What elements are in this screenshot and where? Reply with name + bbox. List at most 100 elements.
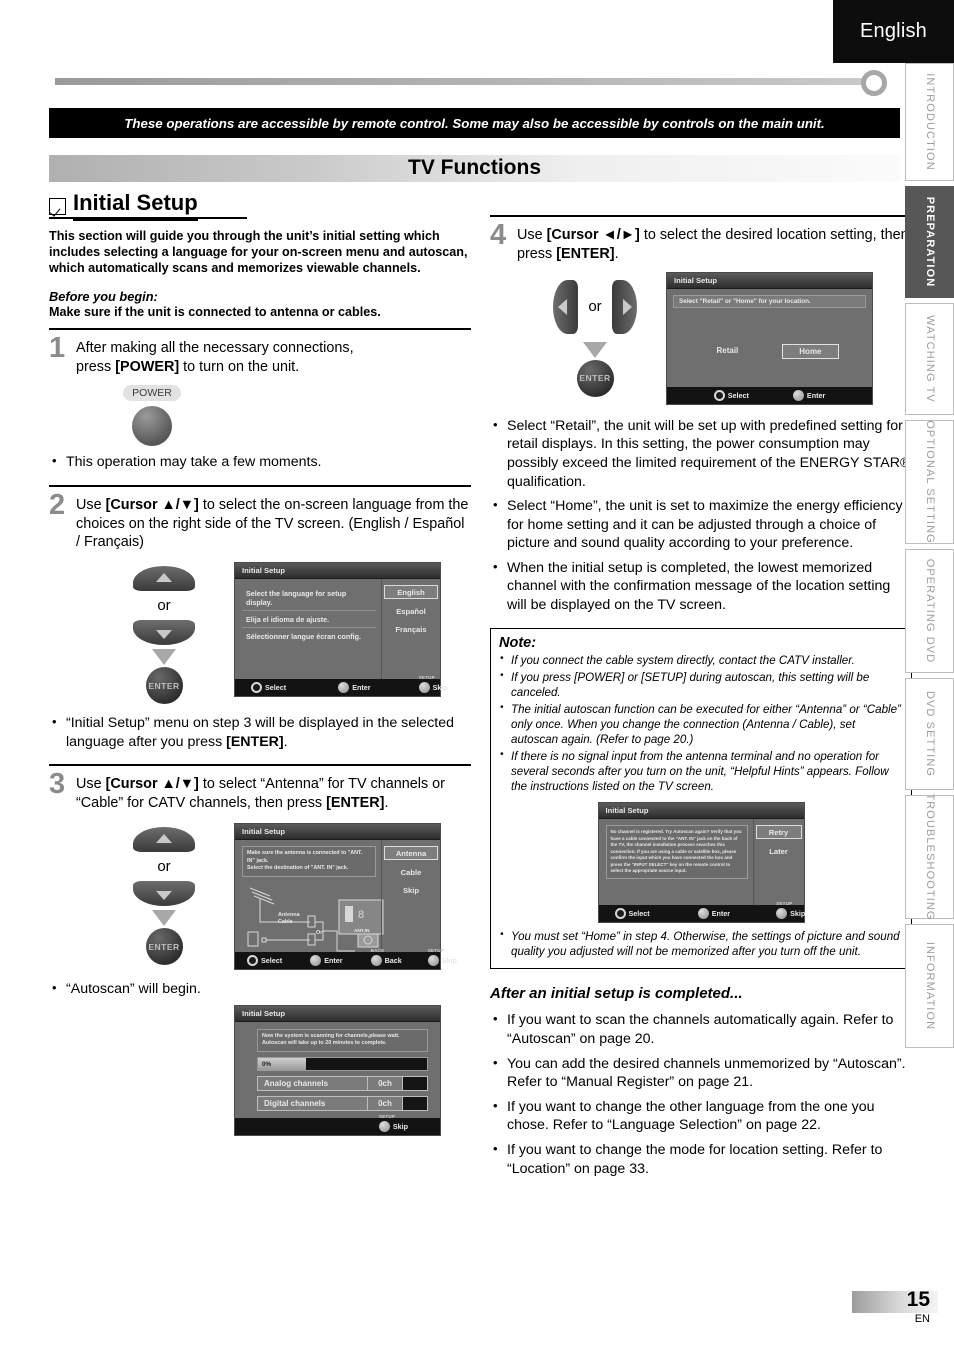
sidebar-tab-optional-setting[interactable]: OPTIONAL SETTING	[905, 420, 954, 544]
osd-foot-skip-tag: SETUP	[776, 901, 793, 907]
note-item: If you connect the cable system directly…	[499, 652, 903, 668]
step-2-text-a: Use	[76, 496, 106, 513]
osd-body: Now the system is scanning for channels,…	[235, 1022, 440, 1118]
note-box: Note: If you connect the cable system di…	[490, 627, 912, 970]
step-3-or-label: or	[157, 858, 171, 876]
osd-antenna-screen: Initial Setup Make sure the antenna is c…	[234, 823, 457, 971]
note-item: If you press [POWER] or [SETUP] during a…	[499, 669, 903, 700]
sidebar-tab-operating-dvd[interactable]: OPERATING DVD	[905, 549, 954, 673]
dpad-knob-icon	[614, 908, 626, 920]
step-1-line-1: After making all the necessary connectio…	[76, 340, 354, 357]
osd-location-message: Select "Retail" or "Home" for your locat…	[673, 294, 866, 308]
osd-foot-skip-label: Skip	[432, 683, 448, 693]
step-3-text-a: Use	[76, 776, 106, 793]
osd-foot-enter-label: Enter	[352, 683, 371, 693]
osd-option-home[interactable]: Home	[782, 343, 839, 359]
banner-text: These operations are accessible by remot…	[124, 115, 825, 131]
osd-language-options: English Español Français	[381, 579, 440, 680]
after-setup-bullet: If you want to change the other language…	[490, 1097, 912, 1135]
osd-foot-enter-label: Enter	[711, 909, 731, 919]
cursor-left-right-pair: or	[553, 279, 637, 334]
cursor-up-button-icon	[133, 827, 195, 853]
step-3-remote-graphic: or ENTER	[104, 827, 224, 966]
osd-foot-skip-label: Skip	[790, 909, 806, 919]
back-knob-icon	[370, 955, 382, 967]
enter-knob-icon	[792, 389, 804, 401]
sidebar-tab-preparation[interactable]: PREPARATION	[905, 186, 954, 298]
osd-option-espanol[interactable]: Español	[385, 605, 437, 617]
flow-arrow-down-icon	[152, 910, 176, 927]
osd-foot-enter: Enter	[338, 682, 371, 694]
osd-foot-enter-label: Enter	[806, 390, 826, 400]
diagram-label-antin: ANT.IN	[354, 928, 370, 934]
osd-foot-skip-tag: SETUP	[427, 948, 445, 954]
osd-title: Initial Setup	[598, 803, 804, 820]
osd-option-english[interactable]: English	[384, 585, 438, 600]
osd-option-francais[interactable]: Français	[385, 623, 437, 635]
step-4-text-e: .	[614, 245, 619, 262]
osd-option-retry[interactable]: Retry	[755, 825, 802, 840]
step-1-divider	[49, 328, 471, 331]
osd-option-later[interactable]: Later	[757, 845, 801, 857]
step-3-number: 3	[49, 768, 66, 801]
step-4-bullets: Select “Retail”, the unit will be set up…	[490, 416, 912, 615]
osd-hints-options: Retry Later	[752, 819, 804, 906]
osd-antenna-options: Antenna Cable Skip	[381, 840, 440, 953]
section-title-bar: TV Functions	[49, 155, 900, 182]
osd-title: Initial Setup	[667, 272, 872, 289]
osd-option-retail[interactable]: Retail	[700, 344, 754, 359]
step-2-text: Use [Cursor ▲/▼] to select the on-screen…	[76, 492, 471, 553]
osd-hints-message: No channel is registered. Try Autoscan a…	[605, 825, 748, 879]
step-4-text: Use [Cursor ◄/►] to select the desired l…	[517, 222, 912, 264]
step-1-line-2c: to turn on the unit.	[179, 359, 300, 376]
before-you-begin-label: Before you begin:	[49, 289, 158, 305]
sidebar-tab-dvd-setting[interactable]: DVD SETTING	[905, 678, 954, 790]
osd-foot-select: Select	[614, 908, 650, 920]
cursor-down-button-icon	[133, 620, 195, 646]
osd-foot-skip: SETUP Skip	[776, 901, 806, 920]
step-4-remote-graphic: or ENTER	[530, 279, 660, 397]
cursor-down-button-icon	[133, 881, 195, 907]
remote-control-banner: These operations are accessible by remot…	[49, 108, 900, 138]
left-column: Initial Setup This section will guide yo…	[49, 190, 471, 1137]
step-3-divider	[49, 764, 471, 767]
antenna-connection-diagram: 8 Antenna Cable Or ANT.IN	[242, 882, 384, 956]
step-4: 4 Use [Cursor ◄/►] to select the desired…	[490, 219, 912, 264]
osd-foot-enter: Enter	[792, 389, 826, 401]
sidebar-tab-introduction[interactable]: INTRODUCTION	[905, 63, 954, 181]
step-4-or-label: or	[588, 298, 602, 316]
digital-channel-label: Digital channels	[264, 1099, 326, 1109]
osd-option-cable[interactable]: Cable	[385, 866, 437, 878]
step-2-bullet-enter-key: [ENTER]	[226, 733, 284, 750]
sidebar-tab-troubleshooting[interactable]: TROUBLESHOOTING	[905, 793, 954, 921]
checkbox-checked-icon	[49, 198, 66, 215]
osd-option-skip[interactable]: Skip	[385, 884, 437, 896]
sidebar-tab-watching-tv[interactable]: WATCHING TV	[905, 303, 954, 415]
diagram-label-or: Or	[316, 930, 323, 936]
osd-location-options: Retail Home	[673, 343, 866, 359]
right-column: 4 Use [Cursor ◄/►] to select the desired…	[490, 215, 912, 1178]
step-4-number: 4	[490, 219, 507, 251]
analog-channel-count: 0ch	[367, 1077, 402, 1091]
flow-arrow-down-icon	[583, 341, 607, 358]
diagram-label-cable: Cable	[278, 919, 293, 925]
step-2: 2 Use [Cursor ▲/▼] to select the on-scre…	[49, 490, 471, 553]
after-setup-bullet: If you want to change the mode for locat…	[490, 1140, 912, 1178]
osd-foot-back-label: Back	[384, 956, 402, 966]
osd-autoscan-screen: Initial Setup Now the system is scanning…	[234, 1004, 441, 1137]
enter-knob-icon	[338, 682, 350, 694]
osd-body: No channel is registered. Try Autoscan a…	[599, 819, 804, 906]
osd-location-screen: Initial Setup Select "Retail" or "Home" …	[666, 271, 873, 405]
osd-footer: Select Enter	[667, 386, 872, 404]
osd-option-antenna[interactable]: Antenna	[384, 846, 438, 861]
osd-body: Select the language for setup display. E…	[235, 579, 440, 680]
step-4-text-a: Use	[517, 227, 547, 243]
initial-setup-title-row: Initial Setup	[49, 190, 471, 221]
note-item: You must set “Home” in step 4. Otherwise…	[499, 928, 903, 959]
osd-line: Elija el idioma de ajuste.	[242, 611, 376, 629]
osd-scan-message: Now the system is scanning for channels,…	[257, 1028, 428, 1053]
sidebar-tab-information[interactable]: INFORMATION	[905, 924, 954, 1048]
osd-foot-back-tag: BACK	[370, 948, 385, 954]
step-2-bullet: “Initial Setup” menu on step 3 will be d…	[49, 713, 471, 751]
step-3-bullets: “Autoscan” will begin.	[49, 979, 471, 999]
